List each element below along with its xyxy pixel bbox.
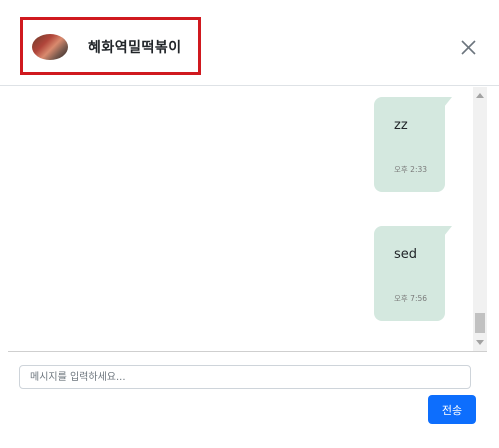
message-bubble: sed 오후 7:56 [374, 226, 452, 321]
divider [8, 351, 487, 352]
message-time: 오후 2:33 [394, 165, 428, 174]
message-text: zz [394, 118, 408, 133]
avatar [32, 34, 68, 60]
message-bubble: zz 오후 2:33 [374, 97, 452, 192]
message-input[interactable] [19, 365, 471, 389]
scrollbar[interactable] [473, 87, 487, 351]
message-list[interactable]: zz 오후 2:33 sed 오후 7:56 [8, 87, 487, 351]
chat-header: 혜화역밀떡볶이 [0, 0, 499, 86]
message-text: sed [394, 247, 418, 262]
scroll-up-arrow-icon[interactable] [476, 93, 484, 98]
close-button[interactable] [456, 36, 480, 60]
close-icon [461, 40, 476, 55]
message-time: 오후 7:56 [394, 294, 428, 303]
send-button[interactable]: 전송 [428, 395, 476, 424]
scrollbar-thumb[interactable] [475, 313, 485, 333]
chat-title: 혜화역밀떡볶이 [88, 40, 182, 56]
scroll-down-arrow-icon[interactable] [476, 340, 484, 345]
